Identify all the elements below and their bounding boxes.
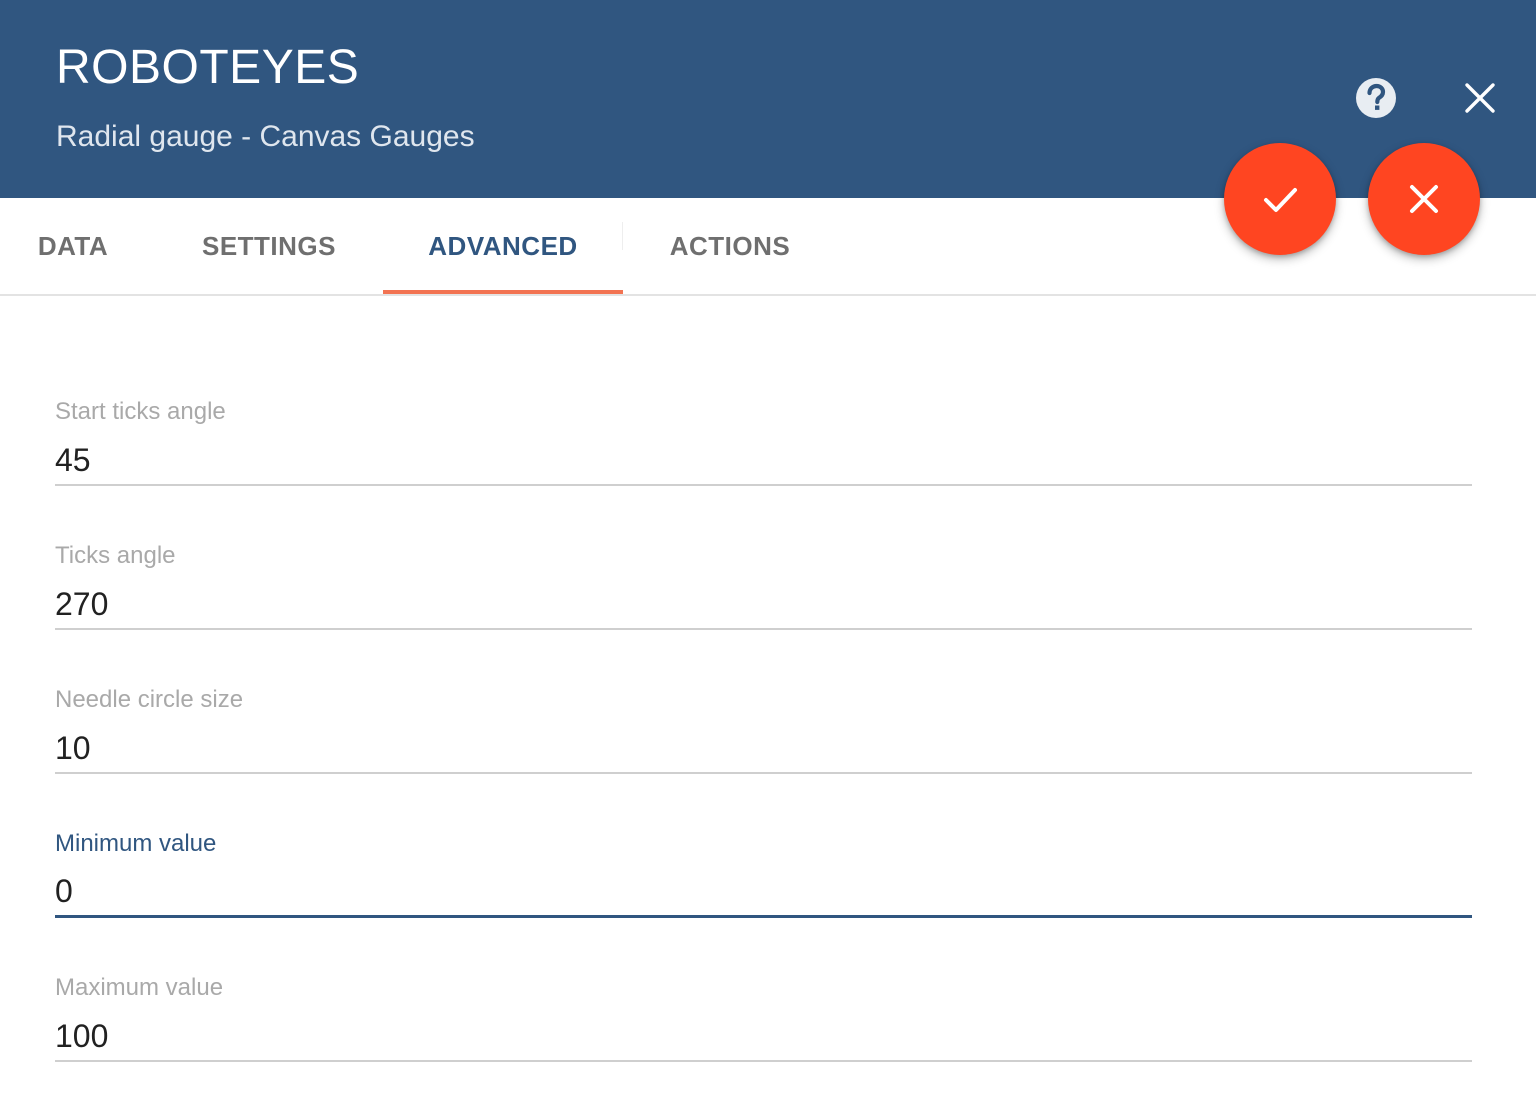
start-ticks-angle-input[interactable]	[55, 436, 1472, 486]
start-ticks-angle-field: Start ticks angle	[55, 380, 1472, 524]
field-label: Maximum value	[55, 974, 224, 1001]
close-icon	[1410, 185, 1438, 213]
ticks-angle-field: Ticks angle	[55, 524, 1472, 668]
help-circle-icon	[1356, 78, 1396, 118]
tab-divider	[622, 222, 623, 250]
field-label: Ticks angle	[55, 542, 176, 569]
advanced-settings-form: Start ticks angle Ticks angle Needle cir…	[55, 380, 1472, 1100]
minimum-value-input[interactable]	[55, 868, 1472, 918]
apply-button[interactable]	[1224, 143, 1336, 255]
field-label: Minimum value	[55, 830, 217, 857]
close-icon	[1465, 83, 1495, 113]
maximum-value-input[interactable]	[55, 1012, 1472, 1062]
needle-circle-size-input[interactable]	[55, 724, 1472, 774]
field-label: Start ticks angle	[55, 398, 226, 425]
ticks-angle-input[interactable]	[55, 580, 1472, 630]
dialog-subtitle: Radial gauge - Canvas Gauges	[56, 120, 475, 153]
check-icon	[1264, 188, 1297, 212]
active-tab-indicator	[383, 290, 623, 294]
tab-data[interactable]: DATA	[0, 198, 146, 294]
maximum-value-field: Maximum value	[55, 956, 1472, 1100]
dialog-title: ROBOTEYES	[56, 41, 360, 94]
needle-circle-size-field: Needle circle size	[55, 668, 1472, 812]
discard-button[interactable]	[1368, 143, 1480, 255]
help-button[interactable]	[1350, 72, 1402, 124]
tab-advanced[interactable]: ADVANCED	[383, 198, 623, 294]
tab-actions[interactable]: ACTIONS	[623, 198, 837, 294]
close-button[interactable]	[1454, 72, 1506, 124]
minimum-value-field: Minimum value	[55, 812, 1472, 956]
field-label: Needle circle size	[55, 686, 244, 713]
tab-settings[interactable]: SETTINGS	[146, 198, 392, 294]
